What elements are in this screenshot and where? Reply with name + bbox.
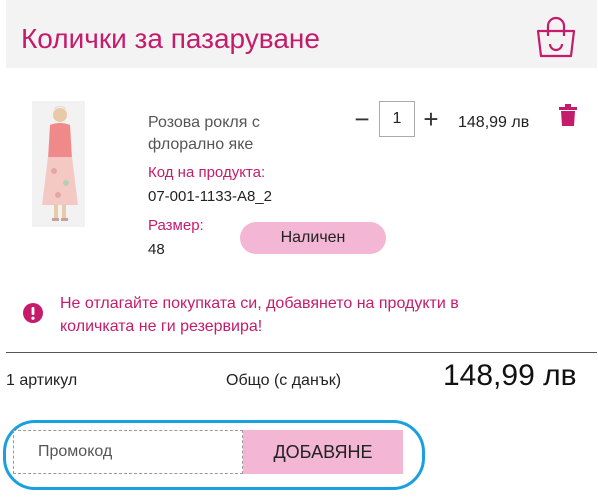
size-value: 48 [148, 241, 165, 258]
apply-promo-button[interactable]: ДОБАВЯНЕ [243, 430, 403, 474]
product-code-label: Код на продукта: [148, 164, 266, 181]
size-label: Размер: [148, 217, 204, 234]
promo-code-input[interactable]: Промокод [13, 430, 243, 474]
quantity-increase-button[interactable]: + [415, 104, 447, 136]
total-amount: 148,99 лв [443, 359, 577, 392]
product-image[interactable] [32, 101, 85, 227]
product-name[interactable]: Розова рокля с флорално яке [148, 112, 298, 156]
shopping-bag-icon[interactable] [533, 14, 579, 60]
cart-header: Колички за пазаруване [6, 0, 597, 68]
trash-icon[interactable] [559, 104, 577, 126]
exclamation-circle-icon [23, 303, 43, 323]
divider [6, 352, 597, 353]
total-label: Общо (с данък) [226, 372, 342, 389]
stock-status-badge: Наличен [240, 222, 386, 254]
item-count: 1 артикул [6, 372, 78, 389]
product-code: 07-001-1133-A8_2 [148, 188, 272, 205]
reservation-notice: Не отлагайте покупката си, добавянето на… [60, 295, 459, 335]
item-price: 148,99 лв [458, 114, 530, 131]
quantity-decrease-button[interactable]: − [346, 104, 378, 136]
quantity-input[interactable]: 1 [379, 101, 415, 137]
page-title: Колички за пазаруване [21, 23, 320, 54]
